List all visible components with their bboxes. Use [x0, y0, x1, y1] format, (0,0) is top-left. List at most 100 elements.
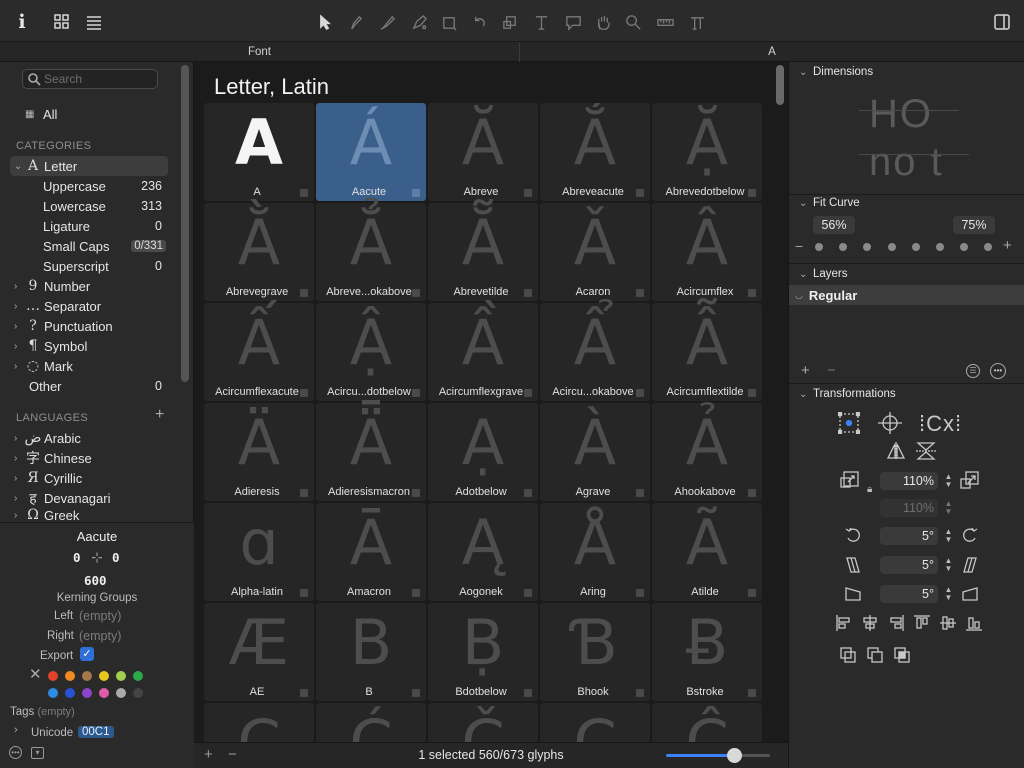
color-label-swatch[interactable] — [48, 671, 58, 681]
sidebar-item-chinese[interactable]: › 字 Chinese — [0, 448, 180, 468]
scale-x-stepper[interactable]: ▲ ▼ — [944, 473, 953, 489]
chevron-right-icon[interactable]: › — [14, 724, 18, 736]
export-checkbox[interactable]: ✓ — [80, 647, 94, 661]
slant-field[interactable]: 5° — [880, 556, 938, 574]
hint-tool-icon[interactable] — [686, 11, 708, 33]
layer-row[interactable]: ◡ Regular — [789, 285, 1024, 305]
glyph-cell[interactable]: Č — [428, 703, 538, 742]
glyph-cell[interactable]: Ả Ahookabove — [652, 403, 762, 501]
glyph-cell[interactable]: C — [204, 703, 314, 742]
glyph-cell[interactable]: Ǎ Acaron — [540, 203, 650, 301]
color-label-swatch[interactable] — [116, 688, 126, 698]
sidebar-item-letter[interactable]: ⌄ A Letter — [10, 156, 168, 176]
rotate-ccw-icon[interactable] — [844, 526, 862, 547]
skew-field[interactable]: 5° — [880, 585, 938, 603]
measure-tool-icon[interactable] — [654, 11, 676, 33]
sidebar-item-symbol[interactable]: › ¶ Symbol — [0, 336, 180, 356]
glyph-cell[interactable]: Ấ Acircumflexacute — [204, 303, 314, 401]
glyph-cell[interactable]: Ẫ Acircumflextilde — [652, 303, 762, 401]
fit-curve-decrease-icon[interactable]: − — [795, 238, 803, 254]
sidebar-toggle-icon[interactable] — [990, 10, 1014, 34]
color-label-swatch[interactable] — [82, 688, 92, 698]
skew-down-icon[interactable] — [844, 585, 862, 606]
chevron-right-icon[interactable]: › — [14, 321, 24, 332]
eye-icon[interactable]: ◡ — [795, 290, 803, 301]
component-metrics-icon[interactable]: ⁞Cx⁞ — [919, 411, 962, 437]
text-tool-icon[interactable] — [530, 11, 552, 33]
scale-y-stepper[interactable]: ▲ ▼ — [944, 500, 953, 516]
chevron-right-icon[interactable]: › — [14, 433, 24, 444]
filter-menu-icon[interactable]: ▾ — [31, 747, 44, 759]
glyph-cell[interactable]: Ằ Abrevegrave — [204, 203, 314, 301]
glyph-cell[interactable]: Ẳ Abreve...okabove — [316, 203, 426, 301]
color-label-swatch[interactable] — [65, 671, 75, 681]
subtract-icon[interactable] — [866, 646, 884, 667]
glyph-cell[interactable]: Æ AE — [204, 603, 314, 701]
sidebar-item-separator[interactable]: › … Separator — [0, 296, 180, 316]
glyph-cell[interactable]: Ā Amacron — [316, 503, 426, 601]
glyph-cell[interactable]: À Agrave — [540, 403, 650, 501]
tab-font[interactable]: Font — [0, 42, 520, 62]
glyph-cell[interactable]: Ǟ Adieresismacron — [316, 403, 426, 501]
hand-tool-icon[interactable] — [592, 11, 614, 33]
tab-glyph-a[interactable]: A — [520, 42, 1024, 62]
chevron-right-icon[interactable]: › — [14, 341, 24, 352]
scale-x-field[interactable]: 110% — [880, 472, 938, 490]
chevron-right-icon[interactable]: › — [14, 361, 24, 372]
align-top-icon[interactable] — [913, 614, 931, 635]
align-middle-icon[interactable] — [939, 614, 957, 635]
glyph-cell[interactable]: Ä Adieresis — [204, 403, 314, 501]
color-label-swatch[interactable] — [99, 688, 109, 698]
glyph-cell[interactable]: Ą Aogonek — [428, 503, 538, 601]
primitives-tool-icon[interactable] — [438, 11, 460, 33]
sidebar-item-ligature[interactable]: Ligature 0 — [0, 216, 180, 236]
slant-left-icon[interactable] — [844, 556, 862, 577]
layers-panel-header[interactable]: ⌄ Layers — [789, 264, 1024, 284]
chevron-right-icon[interactable]: › — [14, 473, 24, 484]
search-field[interactable] — [22, 69, 158, 89]
chevron-right-icon[interactable]: › — [14, 493, 24, 504]
intersect-icon[interactable] — [893, 646, 911, 667]
action-menu-icon[interactable]: ••• — [9, 746, 22, 759]
fit-curve-min-field[interactable]: 56% — [813, 216, 855, 234]
glyph-cell[interactable]: Ậ Acircu...dotbelow — [316, 303, 426, 401]
glyph-cell[interactable]: BB — [316, 603, 426, 701]
zoom-slider-knob[interactable] — [726, 748, 742, 763]
rotate-field[interactable]: 5° — [880, 527, 938, 545]
align-left-icon[interactable] — [835, 614, 853, 635]
layer-options-icon[interactable]: ••• — [990, 363, 1006, 379]
search-input[interactable] — [44, 72, 154, 86]
color-label-swatch[interactable] — [99, 671, 109, 681]
sidebar-item-lowercase[interactable]: Lowercase 313 — [0, 196, 180, 216]
fit-curve-step-dot[interactable] — [839, 243, 848, 251]
left-sidebearing-value[interactable]: 0 — [73, 550, 81, 565]
fit-curve-step-dot[interactable] — [960, 243, 969, 251]
glyph-cell[interactable]: Ă Abreve — [428, 103, 538, 201]
sidebar-scrollbar[interactable] — [181, 65, 189, 382]
glyph-cell[interactable]: C — [540, 703, 650, 742]
glyph-cell[interactable]: Ḅ Bdotbelow — [428, 603, 538, 701]
scale-proportional-icon[interactable] — [839, 470, 861, 495]
glyph-cell[interactable]: Ć — [316, 703, 426, 742]
fit-curve-step-dot[interactable] — [984, 243, 993, 251]
skew-stepper[interactable]: ▲ ▼ — [944, 586, 953, 602]
fit-curve-step-dot[interactable] — [936, 243, 944, 251]
color-label-swatch[interactable] — [133, 688, 143, 698]
glyph-cell[interactable]: Ắ Abreveacute — [540, 103, 650, 201]
sidebar-item-uppercase[interactable]: Uppercase 236 — [0, 176, 180, 196]
glyph-cell[interactable]: Ạ Adotbelow — [428, 403, 538, 501]
fit-curve-increase-icon[interactable]: + — [1003, 237, 1012, 254]
bounding-box-origin-icon[interactable] — [837, 411, 861, 437]
slant-right-icon[interactable] — [961, 556, 979, 577]
select-tool-icon[interactable] — [314, 11, 336, 33]
draw-tool-icon[interactable] — [344, 11, 366, 33]
add-layer-icon[interactable]: + — [801, 362, 810, 379]
slant-stepper[interactable]: ▲ ▼ — [944, 557, 953, 573]
flip-horizontal-icon[interactable] — [886, 442, 906, 463]
fit-curve-max-field[interactable]: 75% — [953, 216, 995, 234]
left-group-field[interactable]: (empty) — [79, 609, 121, 623]
glyph-cell[interactable]: Ã Atilde — [652, 503, 762, 601]
scale-y-field[interactable]: 110% — [880, 499, 938, 517]
dimensions-panel-header[interactable]: ⌄ Dimensions — [789, 62, 1024, 82]
color-label-swatch[interactable] — [48, 688, 58, 698]
